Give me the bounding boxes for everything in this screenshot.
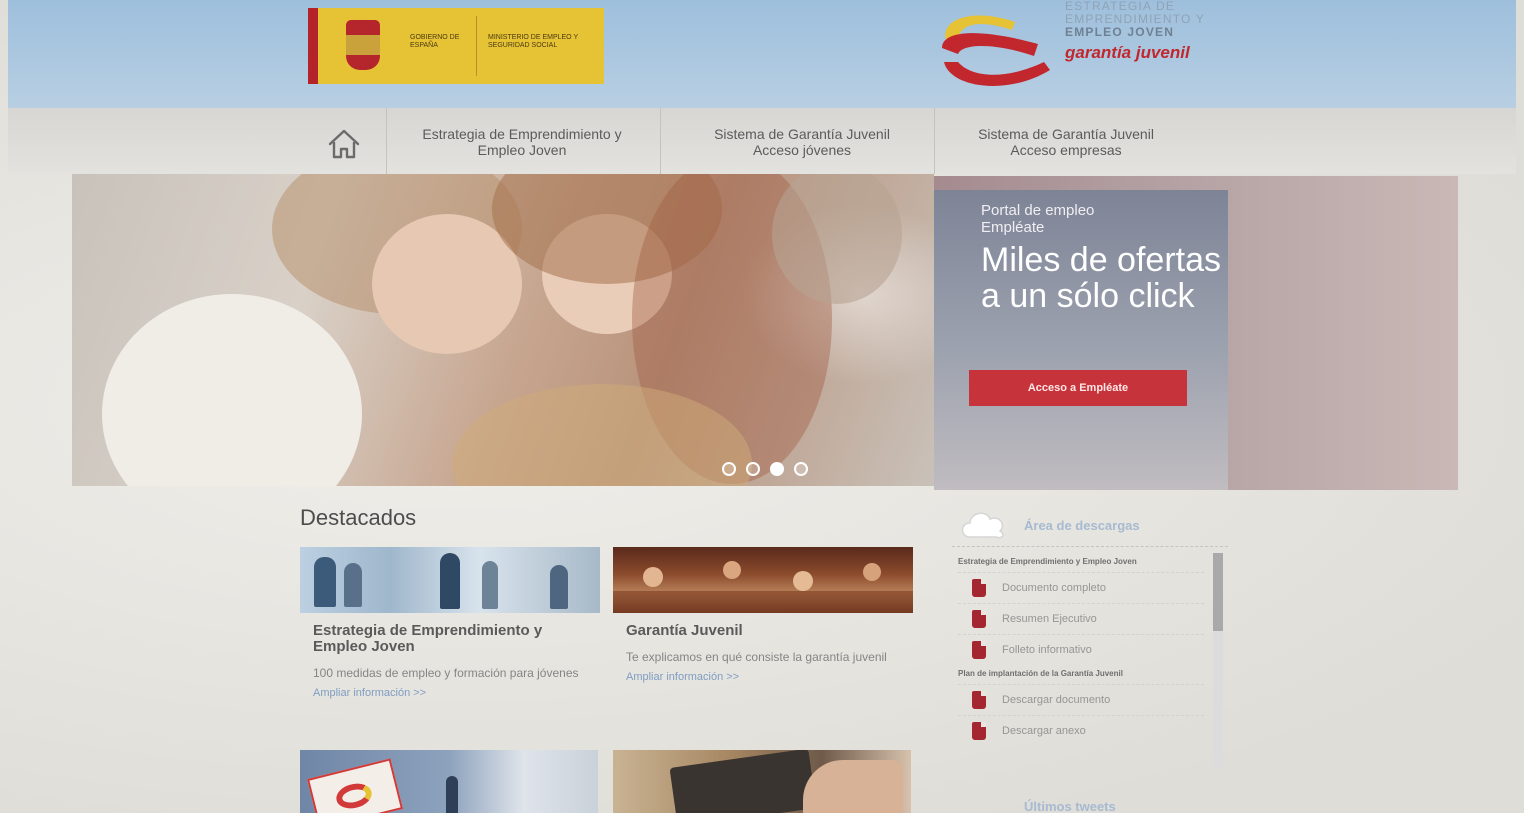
card-image-tablet [669, 750, 817, 813]
download-item-label: Documento completo [1002, 582, 1106, 594]
nav-item-estrategia[interactable]: Estrategia de Emprendimiento y Empleo Jo… [394, 126, 650, 158]
card-image-figure [550, 565, 568, 609]
featured-card: Garantía Juvenil Te explicamos en qué co… [613, 547, 913, 683]
gobierno-label: GOBIERNO DE ESPAÑA [410, 34, 460, 49]
card-image-figure [643, 567, 663, 587]
download-group-title: Plan de implantación de la Garantía Juve… [958, 669, 1123, 678]
nav-item-label: Sistema de Garantía Juvenil [978, 126, 1154, 142]
card-image-figure [482, 561, 498, 609]
featured-card: Estrategia de Emprendimiento y Empleo Jo… [300, 547, 600, 699]
promo-kicker-line: Portal de empleo [981, 202, 1095, 219]
card-image-figure [793, 571, 813, 591]
garantia-juvenil-logo-icon[interactable] [920, 0, 1070, 100]
card-title[interactable]: Garantía Juvenil [626, 623, 896, 639]
brand-text: ESTRATEGIA DE EMPRENDIMIENTO Y EMPLEO JO… [1065, 0, 1205, 63]
download-item-label: Folleto informativo [1002, 644, 1092, 656]
downloads-scrollbar[interactable] [1213, 553, 1223, 767]
card-image-figure [723, 561, 741, 579]
pdf-icon [972, 641, 986, 659]
tweets-title: Últimos tweets [1024, 799, 1116, 813]
card-image-figure [314, 557, 336, 607]
coat-of-arms-icon [346, 20, 380, 70]
card-image-figure [344, 563, 362, 607]
download-item[interactable]: Descargar anexo [958, 715, 1204, 746]
carousel-indicators [722, 462, 808, 476]
card-title[interactable]: Estrategia de Emprendimiento y Empleo Jo… [313, 623, 583, 655]
card-description: Te explicamos en qué consiste la garantí… [626, 650, 887, 664]
logo-divider [476, 16, 477, 76]
downloads-panel: Área de descargas Estrategia de Emprendi… [952, 497, 1228, 813]
download-group-title: Estrategia de Emprendimiento y Empleo Jo… [958, 557, 1137, 566]
card-image[interactable] [300, 547, 600, 613]
featured-title: Destacados [300, 505, 417, 530]
download-item-label: Resumen Ejecutivo [1002, 613, 1097, 625]
promo-kicker: Portal de empleo Empléate [981, 202, 1094, 236]
brand-line-3: EMPLEO JOVEN [1065, 25, 1175, 39]
card-image-figure [863, 563, 881, 581]
carousel-dot[interactable] [722, 462, 736, 476]
pdf-icon [972, 579, 986, 597]
download-item-label: Descargar anexo [1002, 725, 1086, 737]
download-item[interactable]: Descargar documento [958, 684, 1204, 715]
card-image-hand [803, 760, 903, 813]
promo-kicker-line: Empléate [981, 219, 1045, 236]
card-image[interactable] [613, 547, 913, 613]
emplate-promo: Portal de empleo Empléate Miles de ofert… [934, 190, 1228, 490]
card-image-figure [440, 553, 460, 609]
nav-item-acceso-empresas[interactable]: Sistema de Garantía Juvenil Acceso empre… [944, 126, 1188, 158]
card-description: 100 medidas de empleo y formación para j… [313, 666, 579, 680]
card-more-link[interactable]: Ampliar información >> [313, 687, 600, 699]
pdf-icon [972, 722, 986, 740]
nav-item-sublabel: Empleo Joven [477, 142, 567, 158]
card-image[interactable] [613, 750, 911, 813]
carousel-dot[interactable] [794, 462, 808, 476]
download-item[interactable]: Folleto informativo [958, 634, 1204, 665]
nav-item-acceso-jovenes[interactable]: Sistema de Garantía Juvenil Acceso jóven… [672, 126, 932, 158]
card-more-link[interactable]: Ampliar información >> [626, 671, 913, 683]
download-item[interactable]: Resumen Ejecutivo [958, 603, 1204, 634]
ministerio-label: MINISTERIO DE EMPLEO Y SEGURIDAD SOCIAL [488, 34, 578, 49]
card-image[interactable] [300, 750, 598, 813]
nav-item-label: Estrategia de Emprendimiento y [422, 126, 622, 142]
nav-divider [660, 108, 661, 174]
download-item-label: Descargar documento [1002, 694, 1111, 706]
main-nav: Estrategia de Emprendimiento y Empleo Jo… [8, 108, 1516, 174]
nav-item-sublabel: Acceso jóvenes [752, 142, 852, 158]
downloads-title: Área de descargas [1024, 518, 1140, 533]
downloads-header: Área de descargas [952, 497, 1228, 547]
acceso-emplate-button[interactable]: Acceso a Empléate [969, 370, 1187, 406]
pdf-icon [972, 691, 986, 709]
nav-divider [934, 108, 935, 174]
carousel-dot-active[interactable] [770, 462, 784, 476]
nav-item-sublabel: Acceso empresas [1010, 142, 1122, 158]
download-item[interactable]: Documento completo [958, 572, 1204, 603]
nav-item-label: Sistema de Garantía Juvenil [714, 126, 890, 142]
card-image-figure [446, 776, 458, 813]
scrollbar-thumb[interactable] [1213, 553, 1223, 631]
nav-divider [386, 108, 387, 174]
government-logo[interactable]: GOBIERNO DE ESPAÑA MINISTERIO DE EMPLEO … [308, 8, 604, 84]
brand-tagline: garantía juvenil [1065, 43, 1190, 62]
hero-photo-shape [102, 294, 362, 486]
downloads-list: Estrategia de Emprendimiento y Empleo Jo… [958, 555, 1204, 746]
home-icon[interactable] [324, 124, 364, 164]
cloud-icon [961, 512, 1004, 539]
hero-photo-shape [772, 174, 902, 304]
site-header: GOBIERNO DE ESPAÑA MINISTERIO DE EMPLEO … [8, 0, 1516, 108]
hero-carousel[interactable] [72, 174, 934, 486]
pdf-icon [972, 610, 986, 628]
card-image-desk [613, 591, 913, 613]
promo-title: Miles de ofertas a un sólo click [981, 241, 1221, 315]
carousel-dot[interactable] [746, 462, 760, 476]
